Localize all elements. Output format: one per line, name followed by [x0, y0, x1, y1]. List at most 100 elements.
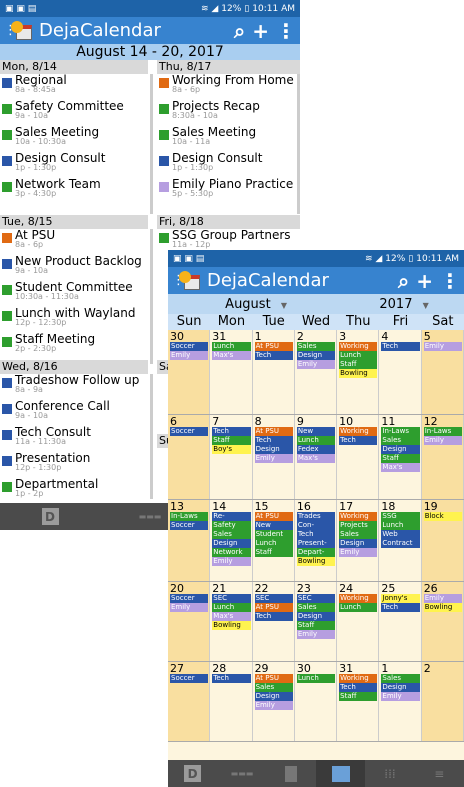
event-item[interactable]: Tech Consult 11a - 11:30a — [0, 426, 148, 452]
day-header[interactable]: Thu, 8/17 — [157, 60, 300, 74]
month-event[interactable]: Sales — [254, 683, 293, 692]
month-event[interactable]: Lunch — [296, 436, 336, 445]
month-event[interactable]: Tech — [296, 530, 336, 539]
month-event[interactable]: In-Laws — [170, 512, 209, 521]
month-event[interactable]: Max's — [212, 612, 251, 621]
scrollbar[interactable] — [150, 74, 153, 214]
month-event[interactable]: Design — [296, 351, 336, 360]
year-view-button[interactable]: ⁞⁞⁞ — [365, 760, 414, 787]
month-event[interactable]: Design — [381, 683, 420, 692]
year-select[interactable]: 2017 ▼ — [350, 297, 464, 312]
month-event[interactable]: Design — [339, 539, 378, 548]
month-event[interactable]: Block — [423, 512, 462, 521]
day-view-button[interactable]: D — [0, 503, 100, 530]
month-event[interactable]: Sales — [296, 342, 336, 351]
month-event[interactable]: SEC — [212, 594, 251, 603]
month-event[interactable]: Tech — [381, 603, 420, 612]
day-cell[interactable]: 12 In-Laws Emily — [421, 415, 464, 499]
month-event[interactable]: Emily — [170, 351, 209, 360]
day-cell[interactable]: 28 Tech — [210, 662, 253, 741]
day-cell[interactable]: 24 Working Lunch — [337, 582, 380, 661]
month-event[interactable]: Web — [381, 530, 420, 539]
month-event[interactable]: Boy's — [212, 445, 251, 454]
month-event[interactable]: Sales — [381, 674, 420, 683]
month-event[interactable]: Bowling — [339, 369, 378, 378]
add-icon-2[interactable]: + — [416, 269, 433, 293]
event-item[interactable]: Student Committee 10:30a - 11:30a — [0, 281, 148, 307]
month-event[interactable]: Student — [254, 530, 293, 539]
day-column[interactable]: Mon, 8/14 Regional 8a - 8:45a Safety Commit… — [0, 60, 148, 205]
day-cell[interactable]: 31 Working Tech Staff — [337, 662, 380, 741]
month-event[interactable]: Emily — [423, 436, 462, 445]
month-event[interactable]: Staff — [339, 692, 378, 701]
day-cell[interactable]: 1 Sales Design Emily — [379, 662, 422, 741]
day-header[interactable]: Wed, 8/16 — [0, 360, 148, 374]
week-view-button-2[interactable] — [267, 760, 316, 787]
day-cell[interactable]: 3 Working Lunch Staff Bowling — [337, 330, 380, 414]
month-event[interactable]: Bowling — [212, 621, 251, 630]
month-event[interactable]: Lunch — [212, 342, 251, 351]
month-event[interactable]: Design — [381, 445, 420, 454]
event-item[interactable]: Safety Committee 9a - 10a — [0, 100, 148, 126]
month-event[interactable]: Working — [339, 342, 378, 351]
scrollbar[interactable] — [297, 74, 300, 214]
month-event[interactable]: Fedex — [296, 445, 336, 454]
month-event[interactable]: Design — [254, 445, 293, 454]
day-cell[interactable]: 30 Soccer Emily — [168, 330, 211, 414]
event-item[interactable]: Sales Meeting 10a - 11a — [157, 126, 300, 152]
month-event[interactable]: Sales — [212, 530, 251, 539]
month-event[interactable]: Max's — [381, 463, 420, 472]
day-cell[interactable]: 7 Tech Staff Boy's — [210, 415, 253, 499]
day-cell[interactable]: 16 Trades Con- Tech Present- Depart- Bowling — [295, 500, 338, 581]
month-event[interactable]: Staff — [339, 360, 378, 369]
month-event[interactable]: At PSU — [254, 427, 293, 436]
month-event[interactable]: Lunch — [212, 603, 251, 612]
event-item[interactable]: Design Consult 1p - 1:30p — [157, 152, 300, 178]
month-event[interactable]: Contract — [381, 539, 420, 548]
month-event[interactable]: Emily — [381, 692, 420, 701]
month-event[interactable]: Working — [339, 427, 378, 436]
event-item[interactable]: Network Team 3p - 4:30p — [0, 178, 148, 204]
event-item[interactable]: Regional 8a - 8:45a — [0, 74, 148, 100]
event-item[interactable]: Working From Home 8a - 6p — [157, 74, 300, 100]
month-event[interactable]: Soccer — [170, 594, 209, 603]
event-item[interactable]: Projects Recap 8:30a - 10a — [157, 100, 300, 126]
month-event[interactable]: Staff — [212, 436, 251, 445]
month-event[interactable]: Working — [339, 512, 378, 521]
month-event[interactable]: SEC — [296, 594, 336, 603]
month-event[interactable]: Network — [212, 548, 251, 557]
month-event[interactable]: Bowling — [296, 557, 336, 566]
month-event[interactable]: Trades — [296, 512, 336, 521]
event-item[interactable]: Presentation 12p - 1:30p — [0, 452, 148, 478]
month-event[interactable]: Emily — [423, 594, 462, 603]
event-item[interactable]: Design Consult 1p - 1:30p — [0, 152, 148, 178]
day-cell[interactable]: 30 Lunch — [295, 662, 338, 741]
day-cell[interactable]: 17 Working Projects Sales Design Emily — [337, 500, 380, 581]
month-event[interactable]: Lunch — [254, 539, 293, 548]
scrollbar[interactable] — [150, 374, 153, 499]
month-event[interactable]: Soccer — [170, 521, 209, 530]
day-cell[interactable]: 5 Emily — [421, 330, 464, 414]
month-event[interactable]: Present- — [296, 539, 336, 548]
month-event[interactable]: Emily — [254, 454, 293, 463]
menu-icon[interactable]: ⋮ — [4, 23, 17, 38]
month-event[interactable]: Design — [254, 692, 293, 701]
day-cell[interactable]: 15 At PSU New Student Lunch Staff — [253, 500, 295, 581]
day-cell[interactable]: 18 SSG Lunch Web Contract — [379, 500, 422, 581]
month-event[interactable]: Tech — [254, 612, 293, 621]
month-event[interactable]: New — [254, 521, 293, 530]
event-item[interactable]: Sales Meeting 10a - 10:30a — [0, 126, 148, 152]
event-item[interactable]: Emily Piano Practice 5p - 5:30p — [157, 178, 300, 204]
month-event[interactable]: Emily — [296, 360, 336, 369]
month-event[interactable]: Sales — [296, 603, 336, 612]
month-event[interactable]: Lunch — [296, 674, 336, 683]
day-header[interactable]: Tue, 8/15 — [0, 215, 148, 229]
month-event[interactable]: Jonny's — [381, 594, 420, 603]
month-event[interactable]: Staff — [381, 454, 420, 463]
day-cell[interactable]: 2 — [421, 662, 464, 741]
month-event[interactable]: Emily — [254, 701, 293, 710]
menu-icon-2[interactable]: ⋮ — [172, 273, 185, 288]
day-header[interactable]: Fri, 8/18 — [157, 215, 300, 229]
month-event[interactable]: Working — [339, 674, 378, 683]
event-item[interactable]: New Product Backlog 9a - 10a — [0, 255, 148, 281]
